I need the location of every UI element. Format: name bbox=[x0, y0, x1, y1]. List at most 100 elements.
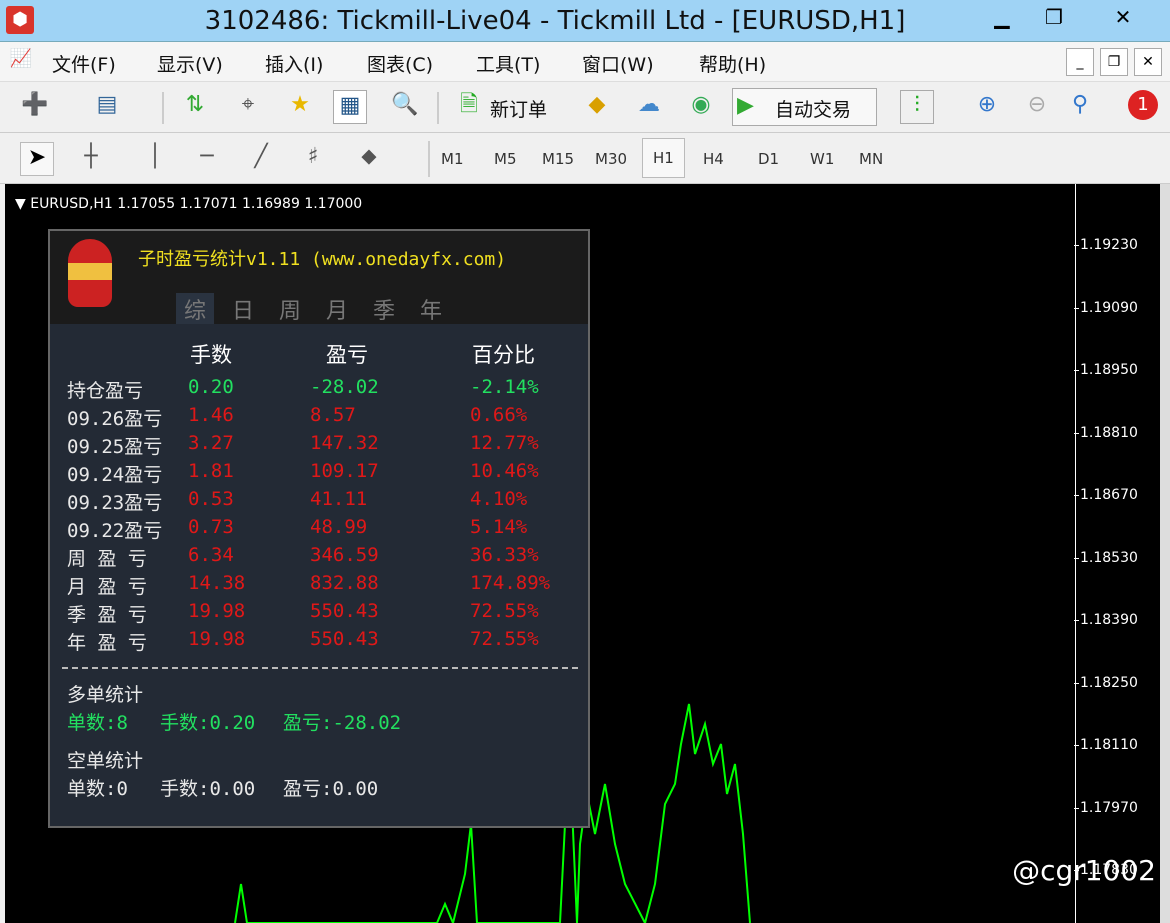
row-pnl: 147.32 bbox=[310, 432, 379, 454]
auto-trading-button[interactable]: ▶ 自动交易 bbox=[732, 88, 877, 126]
row-pnl: -28.02 bbox=[310, 376, 379, 398]
fibonacci-icon[interactable]: ♯ bbox=[296, 142, 330, 176]
horizontal-line-icon[interactable]: ─ bbox=[190, 142, 224, 176]
row-pnl: 41.11 bbox=[310, 488, 368, 510]
row-pnl: 832.88 bbox=[310, 572, 379, 594]
price-tick: 1.17970 bbox=[1074, 799, 1138, 816]
header-lots: 手数 bbox=[190, 343, 232, 367]
standard-toolbar: ➕ ▤ ⇅ ⌖ ★ ▦ 🔍 🗎 新订单 ◆ ☁ ◉ ▶ 自动交易 ⫶ ⊕ ⊖ ⚲… bbox=[0, 82, 1170, 133]
metaeditor-icon[interactable]: ◆ bbox=[580, 90, 614, 124]
mdi-minimize-button[interactable]: _ bbox=[1066, 48, 1094, 76]
new-order-icon[interactable]: 🗎 bbox=[452, 90, 486, 124]
row-lots: 14.38 bbox=[188, 572, 246, 594]
zoom-out-icon[interactable]: ⊖ bbox=[1020, 90, 1054, 124]
tab-summary[interactable]: 综 bbox=[176, 293, 214, 324]
new-chart-icon[interactable]: ➕ bbox=[18, 90, 52, 124]
row-lots: 0.73 bbox=[188, 516, 234, 538]
row-label: 09.25盈亏 bbox=[67, 436, 163, 458]
timeframe-h1[interactable]: H1 bbox=[642, 138, 685, 178]
market-watch-icon[interactable]: ⇅ bbox=[178, 90, 212, 124]
timeframe-d1[interactable]: D1 bbox=[758, 150, 779, 168]
tab-day[interactable]: 日 bbox=[224, 293, 262, 324]
short-lots: 手数:0.00 bbox=[160, 778, 256, 800]
row-label: 季 盈 亏 bbox=[67, 604, 147, 626]
long-count: 单数:8 bbox=[67, 712, 128, 734]
profiles-icon[interactable]: ▤ bbox=[90, 90, 124, 124]
panel-title: 子时盈亏统计v1.11 (www.onedayfx.com) bbox=[138, 249, 507, 270]
auto-trading-icon: ▶ bbox=[737, 93, 754, 118]
short-count: 单数:0 bbox=[67, 778, 128, 800]
price-axis-line bbox=[1075, 184, 1076, 923]
signals-icon[interactable]: ◉ bbox=[684, 90, 718, 124]
cloud-icon[interactable]: ☁ bbox=[632, 90, 666, 124]
notification-badge[interactable]: 1 bbox=[1128, 90, 1158, 120]
trendline-icon[interactable]: ╱ bbox=[244, 142, 278, 176]
tab-quarter[interactable]: 季 bbox=[365, 293, 403, 324]
drawing-toolbar: ➤ ┼ │ ─ ╱ ♯ ⬥ M1 M5 M15 M30 H1 H4 D1 W1 … bbox=[0, 133, 1170, 184]
search-icon[interactable]: ⚲ bbox=[1063, 90, 1097, 124]
tab-week[interactable]: 周 bbox=[271, 293, 309, 324]
crosshair-icon[interactable]: ┼ bbox=[74, 142, 108, 176]
row-lots: 19.98 bbox=[188, 628, 246, 650]
timeframe-m1[interactable]: M1 bbox=[441, 150, 464, 168]
ironman-avatar-icon bbox=[68, 239, 112, 307]
mdi-close-button[interactable]: ✕ bbox=[1134, 48, 1162, 76]
arrows-icon[interactable]: ⬥ bbox=[352, 142, 386, 176]
zoom-in-icon[interactable]: ⊕ bbox=[970, 90, 1004, 124]
price-tick: 1.19230 bbox=[1074, 237, 1138, 253]
timeframe-m15[interactable]: M15 bbox=[542, 150, 574, 168]
menu-file[interactable]: 文件(F) bbox=[52, 50, 116, 77]
price-tick: 1.18810 bbox=[1074, 424, 1138, 441]
separator bbox=[428, 141, 430, 177]
row-pct: 72.55% bbox=[470, 628, 539, 650]
strategy-tester-icon[interactable]: 🔍 bbox=[388, 90, 422, 124]
timeframe-mn[interactable]: MN bbox=[859, 150, 883, 168]
vertical-line-icon[interactable]: │ bbox=[138, 142, 172, 176]
menu-charts[interactable]: 图表(C) bbox=[367, 50, 433, 77]
row-pct: 36.33% bbox=[470, 544, 539, 566]
row-pnl: 550.43 bbox=[310, 628, 379, 650]
row-pct: 5.14% bbox=[470, 516, 528, 538]
separator bbox=[437, 92, 439, 124]
new-order-button[interactable]: 新订单 bbox=[490, 95, 547, 122]
row-label: 年 盈 亏 bbox=[67, 632, 147, 654]
timeframe-h4[interactable]: H4 bbox=[703, 150, 724, 168]
row-label: 09.22盈亏 bbox=[67, 520, 163, 542]
row-lots: 19.98 bbox=[188, 600, 246, 622]
tab-year[interactable]: 年 bbox=[412, 293, 450, 324]
menu-bar: 📈 文件(F) 显示(V) 插入(I) 图表(C) 工具(T) 窗口(W) 帮助… bbox=[0, 42, 1170, 82]
menu-window[interactable]: 窗口(W) bbox=[582, 50, 654, 77]
timeframe-w1[interactable]: W1 bbox=[810, 150, 834, 168]
minimize-button[interactable]: ▁ bbox=[978, 0, 1026, 34]
menu-help[interactable]: 帮助(H) bbox=[699, 50, 766, 77]
separator bbox=[162, 92, 164, 124]
price-tick: 1.18250 bbox=[1074, 674, 1138, 691]
navigator-icon[interactable]: ★ bbox=[283, 90, 317, 124]
menu-view[interactable]: 显示(V) bbox=[157, 50, 223, 77]
terminal-icon[interactable]: ▦ bbox=[333, 90, 367, 124]
long-stats-title: 多单统计 bbox=[67, 684, 144, 706]
long-lots: 手数:0.20 bbox=[160, 712, 256, 734]
menu-insert[interactable]: 插入(I) bbox=[265, 50, 323, 77]
candlestick-chart-icon[interactable]: ⫶ bbox=[900, 90, 934, 124]
long-pnl: 盈亏:-28.02 bbox=[283, 712, 402, 734]
row-pct: 0.66% bbox=[470, 404, 528, 426]
header-percent: 百分比 bbox=[472, 343, 535, 367]
row-lots: 0.20 bbox=[188, 376, 234, 398]
menu-tools[interactable]: 工具(T) bbox=[476, 50, 540, 77]
crosshair-target-icon[interactable]: ⌖ bbox=[231, 90, 265, 124]
row-pnl: 48.99 bbox=[310, 516, 368, 538]
mdi-restore-button[interactable]: ❐ bbox=[1100, 48, 1128, 76]
tab-month[interactable]: 月 bbox=[318, 293, 356, 324]
cursor-icon[interactable]: ➤ bbox=[20, 142, 54, 176]
price-tick: 1.18110 bbox=[1074, 737, 1138, 753]
row-pct: 174.89% bbox=[470, 572, 551, 594]
timeframe-m30[interactable]: M30 bbox=[595, 150, 627, 168]
row-pct: -2.14% bbox=[470, 376, 539, 398]
row-pct: 72.55% bbox=[470, 600, 539, 622]
row-label: 月 盈 亏 bbox=[67, 576, 147, 598]
maximize-button[interactable]: ❐ bbox=[1030, 0, 1078, 34]
row-pnl: 550.43 bbox=[310, 600, 379, 622]
timeframe-m5[interactable]: M5 bbox=[494, 150, 517, 168]
close-button[interactable]: ✕ bbox=[1082, 0, 1164, 34]
